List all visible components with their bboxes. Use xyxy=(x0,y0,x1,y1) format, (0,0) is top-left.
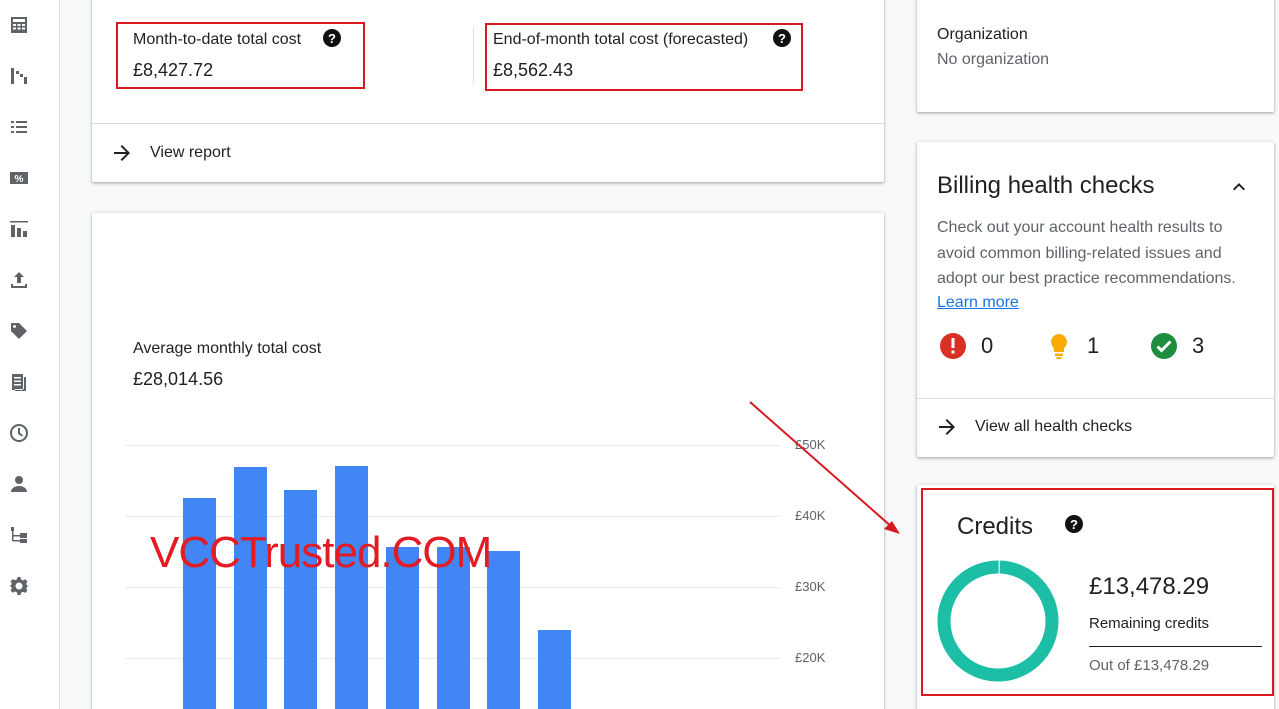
y-axis-tick-label: £30K xyxy=(795,579,826,594)
discount-icon[interactable]: % xyxy=(9,168,29,188)
credits-ring-fill xyxy=(937,560,1059,682)
chart-gridline xyxy=(125,516,780,517)
chart-bar[interactable] xyxy=(538,630,571,709)
person-icon[interactable] xyxy=(9,474,29,494)
cost-summary-card: Month-to-date total cost ? £8,427.72 End… xyxy=(92,0,884,182)
calculator-icon[interactable] xyxy=(9,15,29,35)
chart-bar[interactable] xyxy=(284,490,317,709)
errors-count: 0 xyxy=(981,333,994,358)
help-icon[interactable]: ? xyxy=(1065,515,1083,533)
chart-bar[interactable] xyxy=(335,466,368,709)
help-icon[interactable]: ? xyxy=(773,29,791,47)
credits-out-of: Out of £13,478.29 xyxy=(1089,657,1210,674)
learn-more-link[interactable]: Learn more xyxy=(937,294,1019,312)
gear-icon[interactable] xyxy=(9,576,29,596)
health-passed[interactable]: 3 xyxy=(1150,332,1204,360)
organization-value: No organization xyxy=(937,51,1050,68)
view-all-label: View all health checks xyxy=(975,418,1133,435)
help-icon[interactable]: ? xyxy=(323,29,341,47)
organization-card: Organization No organization xyxy=(917,0,1274,112)
list-icon[interactable] xyxy=(9,117,29,137)
eom-cost-value: £8,562.43 xyxy=(493,60,574,80)
remaining-credits-label: Remaining credits xyxy=(1089,615,1210,632)
view-report-link[interactable]: View report xyxy=(110,141,231,165)
lightbulb-icon xyxy=(1051,334,1067,359)
view-report-label: View report xyxy=(150,144,231,161)
chart-icon[interactable] xyxy=(9,66,29,86)
y-axis-tick-label: £50K xyxy=(795,437,826,452)
card-divider xyxy=(917,398,1274,399)
chart-bar[interactable] xyxy=(234,467,267,709)
bar-chart-icon[interactable] xyxy=(9,219,29,239)
warnings-count: 1 xyxy=(1087,333,1100,358)
y-axis-tick-label: £20K xyxy=(795,650,826,665)
chart-bar[interactable] xyxy=(487,551,520,709)
credits-card: Credits ? £13,478.29 Remaining credits O… xyxy=(917,485,1274,709)
credits-title: Credits xyxy=(957,513,1034,540)
y-axis-tick-label: £40K xyxy=(795,508,826,523)
chevron-up-icon[interactable] xyxy=(1227,175,1251,204)
passed-count: 3 xyxy=(1192,333,1205,358)
organization-label: Organization xyxy=(937,26,1028,43)
metric-divider xyxy=(473,27,474,83)
billing-health-card: Billing health checks Check out your acc… xyxy=(917,142,1274,457)
health-errors[interactable]: 0 xyxy=(939,332,993,360)
card-divider xyxy=(92,123,884,124)
document-icon[interactable] xyxy=(9,372,29,392)
credits-divider xyxy=(1089,646,1262,647)
view-all-health-checks-link[interactable]: View all health checks xyxy=(935,415,1132,439)
eom-cost-label: End-of-month total cost (forecasted) xyxy=(493,31,749,48)
arrow-right-icon xyxy=(110,141,134,165)
check-circle-icon xyxy=(1151,333,1177,359)
remaining-credits-amount: £13,478.29 xyxy=(1089,573,1210,600)
tag-icon[interactable] xyxy=(9,321,29,341)
mtd-cost-label: Month-to-date total cost xyxy=(133,31,302,48)
arrow-right-icon xyxy=(935,415,959,439)
avg-cost-label: Average monthly total cost xyxy=(133,340,322,357)
error-icon xyxy=(940,333,966,359)
hierarchy-icon[interactable] xyxy=(9,525,29,545)
chart-gridline xyxy=(125,445,780,446)
credits-donut-chart xyxy=(937,560,1059,682)
billing-health-description: Check out your account health results to… xyxy=(937,219,1236,287)
svg-text:%: % xyxy=(15,174,24,185)
mtd-cost-value: £8,427.72 xyxy=(133,60,214,80)
watermark-text: VCCTrusted.COM xyxy=(150,528,492,577)
health-warnings[interactable]: 1 xyxy=(1045,332,1099,360)
avg-cost-value: £28,014.56 xyxy=(133,369,224,389)
upload-icon[interactable] xyxy=(9,270,29,290)
clock-icon[interactable] xyxy=(9,423,29,443)
sidebar-nav: % xyxy=(0,0,60,709)
billing-health-title: Billing health checks xyxy=(937,172,1155,199)
